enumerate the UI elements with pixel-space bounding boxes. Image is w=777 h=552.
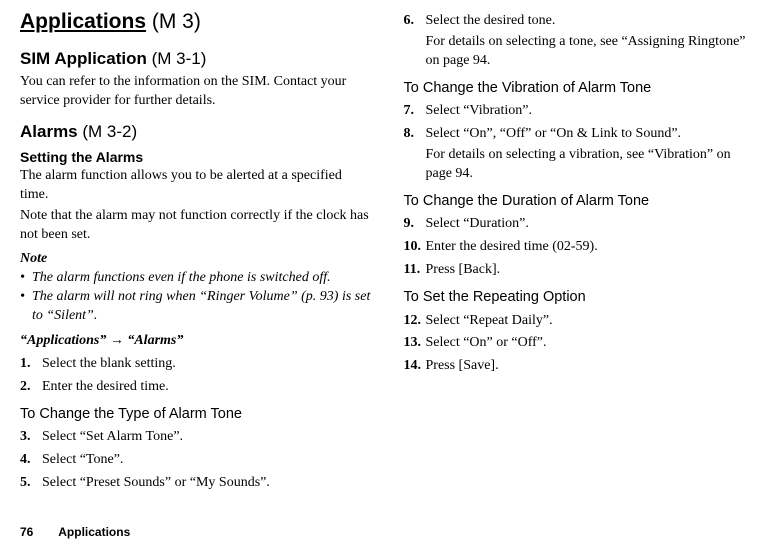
- alarms-heading: Alarms (M 3-2): [20, 121, 374, 144]
- step-num: 7.: [404, 102, 415, 121]
- alarms-body-2: Note that the alarm may not function cor…: [20, 207, 374, 245]
- steps-duration: 9. Select “Duration”. 10. Enter the desire…: [404, 215, 758, 280]
- step-item: 8. Select “On”, “Off” or “On & Link to So…: [404, 125, 758, 144]
- step-num: 11.: [404, 261, 421, 280]
- steps-repeat: 12. Select “Repeat Daily”. 13. Select “On”…: [404, 312, 758, 377]
- step-text: Select “Set Alarm Tone”.: [42, 429, 183, 444]
- step-num: 2.: [20, 378, 31, 397]
- alarms-title: Alarms: [20, 122, 78, 141]
- step-text: Select “Tone”.: [42, 452, 123, 467]
- step-item: 13. Select “On” or “Off”.: [404, 334, 758, 353]
- step-text: Enter the desired time (02-59).: [426, 239, 598, 254]
- step-num: 1.: [20, 355, 31, 374]
- step-num: 8.: [404, 125, 415, 144]
- footer-section: Applications: [58, 525, 130, 539]
- step-text: Select the desired tone.: [426, 13, 556, 28]
- chapter-title: Applications: [20, 10, 146, 33]
- steps-tone-cont: 6. Select the desired tone.: [404, 12, 758, 31]
- step-subtext: For details on selecting a tone, see “As…: [404, 33, 758, 71]
- chapter-heading: Applications (M 3): [20, 8, 374, 36]
- step-text: Select “Preset Sounds” or “My Sounds”.: [42, 475, 270, 490]
- step-item: 6. Select the desired tone.: [404, 12, 758, 31]
- step-item: 5. Select “Preset Sounds” or “My Sounds”.: [20, 474, 374, 493]
- step-text: Select “Repeat Daily”.: [426, 313, 553, 328]
- chapter-code: (M 3): [152, 10, 201, 33]
- step-item: 1. Select the blank setting.: [20, 355, 374, 374]
- step-item: 4. Select “Tone”.: [20, 451, 374, 470]
- step-item: 12. Select “Repeat Daily”.: [404, 312, 758, 331]
- note-item: The alarm will not ring when “Ringer Vol…: [20, 288, 374, 326]
- repeat-heading: To Set the Repeating Option: [404, 288, 758, 308]
- duration-heading: To Change the Duration of Alarm Tone: [404, 192, 758, 212]
- right-column: 6. Select the desired tone. For details o…: [404, 8, 758, 508]
- alarms-code: (M 3-2): [82, 122, 137, 141]
- note-label: Note: [20, 250, 374, 269]
- step-item: 10. Enter the desired time (02-59).: [404, 238, 758, 257]
- step-num: 14.: [404, 357, 422, 376]
- steps-tone: 3. Select “Set Alarm Tone”. 4. Select “Ton…: [20, 428, 374, 493]
- step-num: 10.: [404, 238, 422, 257]
- sim-title: SIM Application: [20, 49, 147, 68]
- step-text: Select the blank setting.: [42, 356, 176, 371]
- setting-alarms-heading: Setting the Alarms: [20, 148, 374, 167]
- step-text: Enter the desired time.: [42, 379, 169, 394]
- step-item: 14. Press [Save].: [404, 357, 758, 376]
- page-number: 76: [20, 525, 33, 539]
- steps-basic: 1. Select the blank setting. 2. Enter the …: [20, 355, 374, 397]
- step-num: 13.: [404, 334, 422, 353]
- step-num: 12.: [404, 312, 422, 331]
- step-item: 9. Select “Duration”.: [404, 215, 758, 234]
- step-num: 5.: [20, 474, 31, 493]
- sim-heading: SIM Application (M 3-1): [20, 48, 374, 71]
- step-num: 3.: [20, 428, 31, 447]
- step-subtext: For details on selecting a vibration, se…: [404, 146, 758, 184]
- step-item: 2. Enter the desired time.: [20, 378, 374, 397]
- note-list: The alarm functions even if the phone is…: [20, 269, 374, 326]
- step-num: 6.: [404, 12, 415, 31]
- step-text: Press [Back].: [426, 262, 501, 277]
- sim-body: You can refer to the information on the …: [20, 73, 374, 111]
- step-text: Press [Save].: [426, 358, 499, 373]
- steps-vibration: 7. Select “Vibration”. 8. Select “On”, “Of…: [404, 102, 758, 144]
- menu-path: “Applications” → “Alarms”: [20, 332, 374, 351]
- page-content: Applications (M 3) SIM Application (M 3-…: [20, 8, 757, 508]
- step-text: Select “Vibration”.: [426, 103, 532, 118]
- page-footer: 76 Applications: [20, 524, 130, 540]
- change-tone-heading: To Change the Type of Alarm Tone: [20, 405, 374, 425]
- step-text: Select “Duration”.: [426, 216, 529, 231]
- step-item: 7. Select “Vibration”.: [404, 102, 758, 121]
- sim-code: (M 3-1): [152, 49, 207, 68]
- step-item: 3. Select “Set Alarm Tone”.: [20, 428, 374, 447]
- step-num: 4.: [20, 451, 31, 470]
- left-column: Applications (M 3) SIM Application (M 3-…: [20, 8, 374, 508]
- step-num: 9.: [404, 215, 415, 234]
- vibration-heading: To Change the Vibration of Alarm Tone: [404, 79, 758, 99]
- alarms-body-1: The alarm function allows you to be aler…: [20, 167, 374, 205]
- step-item: 11. Press [Back].: [404, 261, 758, 280]
- step-text: Select “On”, “Off” or “On & Link to Soun…: [426, 126, 682, 141]
- note-item: The alarm functions even if the phone is…: [20, 269, 374, 288]
- step-text: Select “On” or “Off”.: [426, 335, 547, 350]
